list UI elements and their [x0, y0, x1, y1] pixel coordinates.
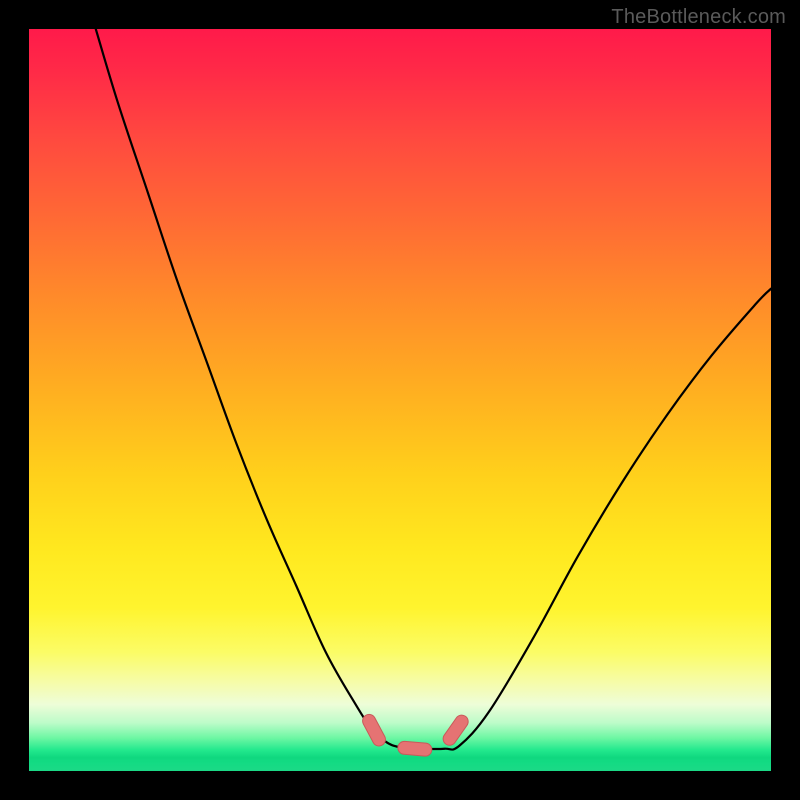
curve-marker [360, 712, 387, 748]
curve-marker [397, 741, 432, 757]
outer-frame: TheBottleneck.com [0, 0, 800, 800]
bottleneck-curve [96, 29, 771, 750]
chart-svg [29, 29, 771, 771]
curve-marker [441, 713, 471, 748]
watermark-text: TheBottleneck.com [611, 6, 786, 29]
plot-area [29, 29, 771, 771]
